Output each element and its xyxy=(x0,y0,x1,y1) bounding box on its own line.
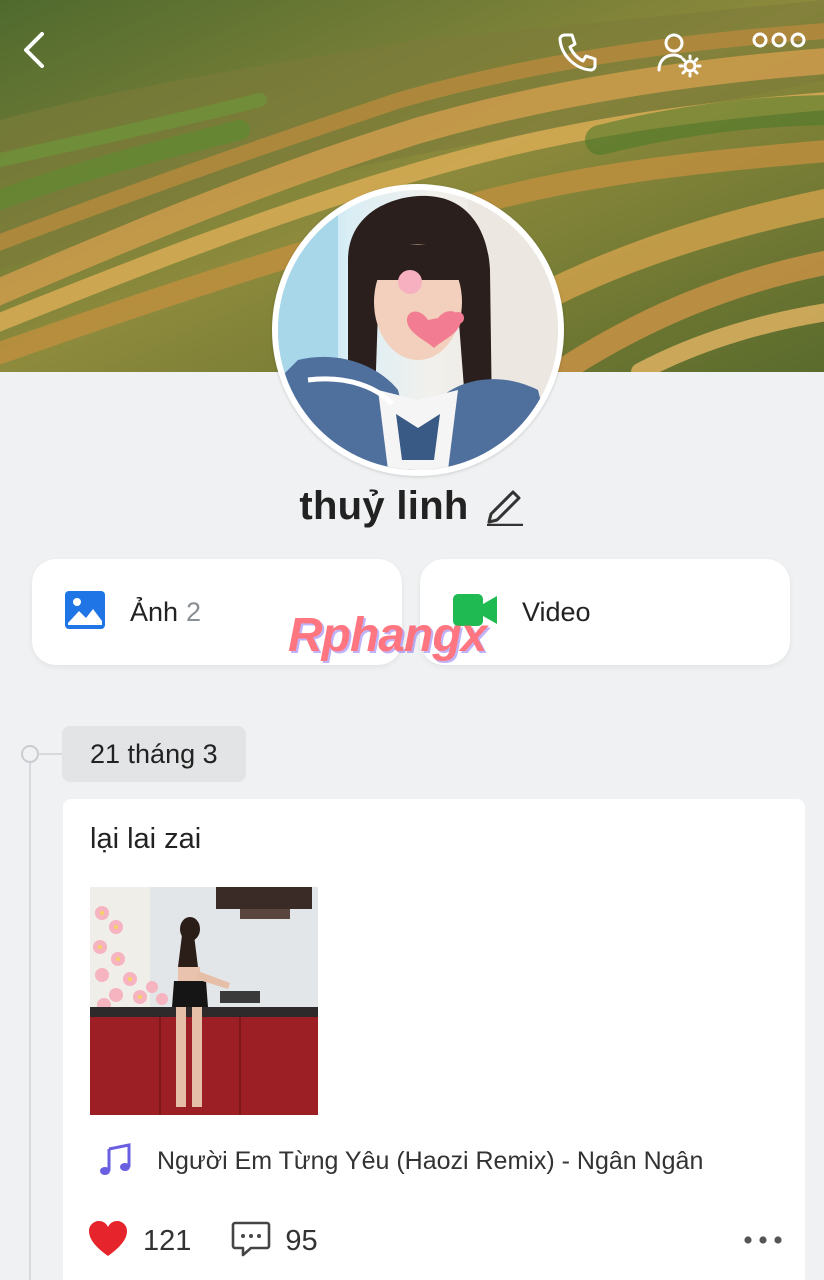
timeline-line xyxy=(29,760,31,1280)
comment-icon xyxy=(231,1220,271,1263)
photos-card[interactable]: Ảnh 2 xyxy=(32,559,402,665)
music-title: Người Em Từng Yêu (Haozi Remix) - Ngân N… xyxy=(157,1146,704,1175)
video-camera-icon xyxy=(452,592,498,633)
post-more-button[interactable] xyxy=(739,1225,787,1257)
back-button[interactable] xyxy=(18,30,74,86)
comment-button[interactable]: 95 xyxy=(231,1220,318,1263)
post-actions: 121 95 xyxy=(87,1217,787,1265)
comment-count: 95 xyxy=(285,1224,318,1257)
photos-label: Ảnh 2 xyxy=(130,596,202,627)
like-count: 121 xyxy=(143,1224,192,1257)
call-button[interactable] xyxy=(556,30,612,86)
profile-name: thuỷ linh xyxy=(299,483,469,528)
music-note-icon xyxy=(97,1141,133,1182)
pencil-icon[interactable] xyxy=(485,482,525,531)
heart-icon xyxy=(87,1220,129,1263)
more-dots-icon xyxy=(743,1232,783,1250)
post-photo[interactable] xyxy=(90,887,318,1115)
timeline-connector xyxy=(38,753,64,755)
timeline-date: 21 tháng 3 xyxy=(62,726,246,782)
timeline-dot xyxy=(21,745,39,763)
like-button[interactable]: 121 xyxy=(87,1220,191,1263)
post-card[interactable]: lại lai zai Người Em Từng Yêu (Haozi Rem… xyxy=(63,799,805,1280)
photos-count: 2 xyxy=(186,596,202,627)
music-row[interactable]: Người Em Từng Yêu (Haozi Remix) - Ngân N… xyxy=(97,1141,703,1181)
more-options-button[interactable] xyxy=(752,30,808,86)
post-text: lại lai zai xyxy=(90,823,202,855)
video-label: Video xyxy=(522,596,591,627)
profile-name-row: thuỷ linh xyxy=(0,478,824,534)
avatar-photo xyxy=(278,190,558,470)
image-icon xyxy=(64,590,106,635)
video-card[interactable]: Video xyxy=(420,559,790,665)
avatar[interactable] xyxy=(272,184,564,476)
profile-settings-button[interactable] xyxy=(654,30,710,86)
